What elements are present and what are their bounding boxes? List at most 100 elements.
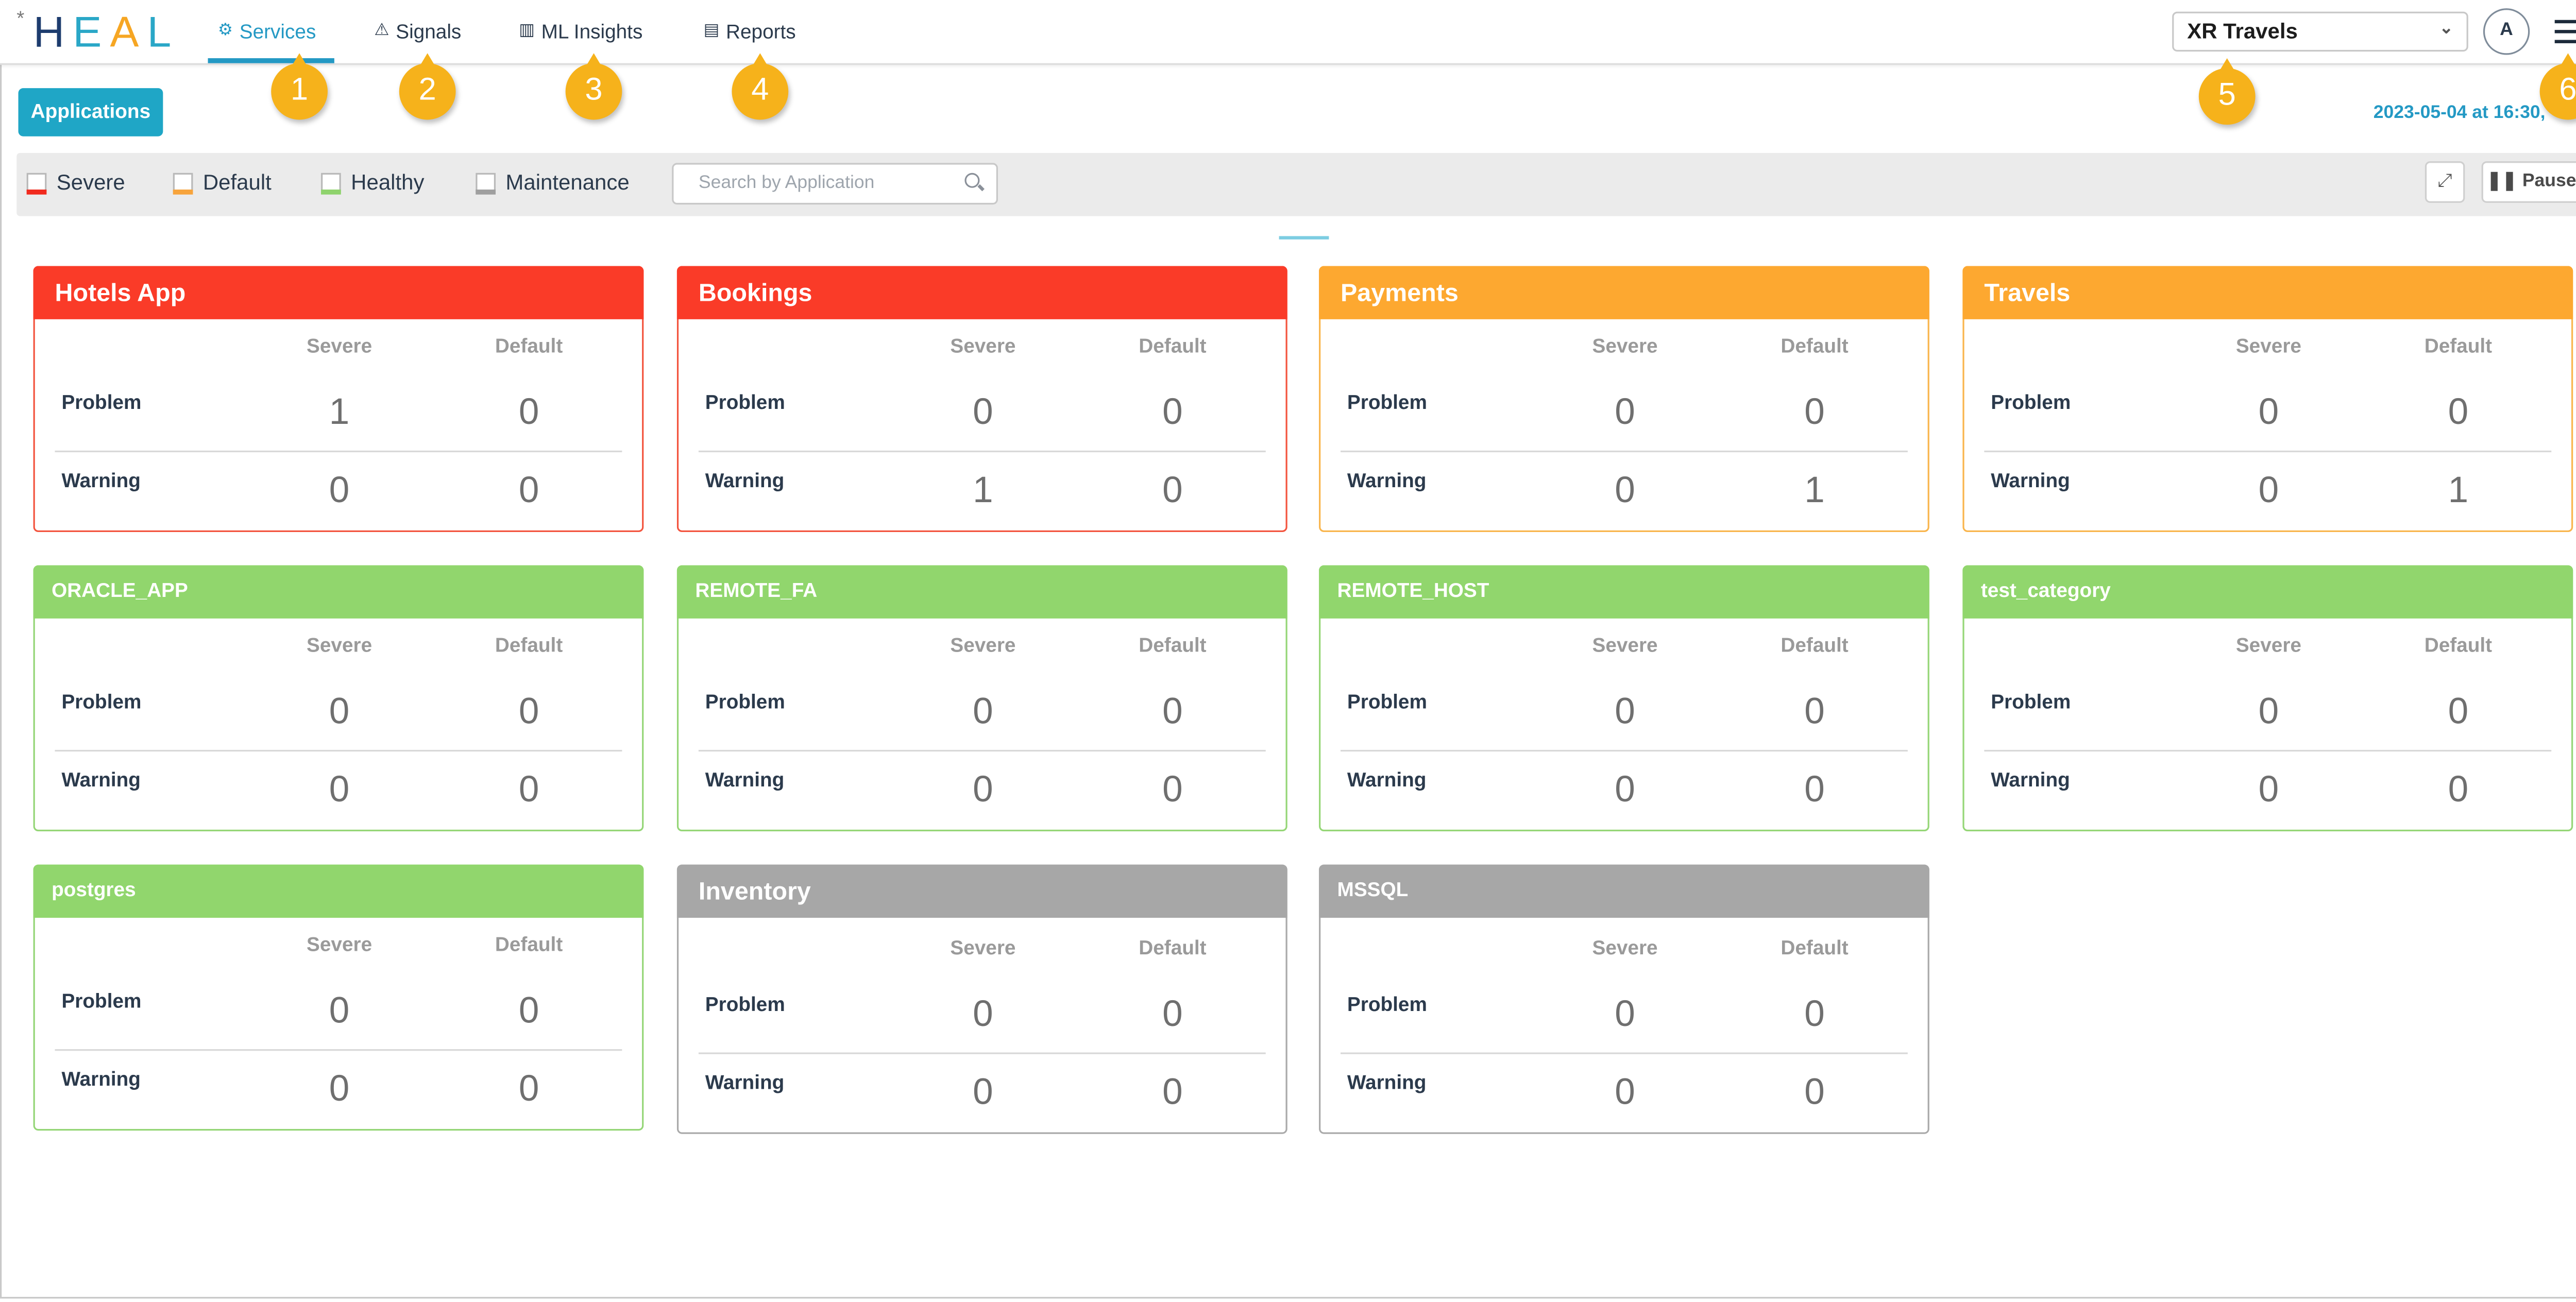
applications-button[interactable]: Applications [18, 88, 163, 136]
card-title[interactable]: MSSQL [1319, 864, 1929, 918]
application-card[interactable]: ORACLE_APP Severe Default Problem 0 0 Warning 0… [33, 565, 644, 832]
expand-button[interactable]: ⤢ [2425, 161, 2465, 203]
filter-bar: Severe Default Healthy Maintenance Searc… [16, 153, 2576, 216]
column-header-severe: Severe [2235, 334, 2301, 358]
warning-default-count: 0 [518, 1067, 539, 1109]
row-label-warning: Warning [705, 1071, 785, 1094]
card-title[interactable]: ORACLE_APP [33, 565, 644, 619]
row-label-warning: Warning [1991, 469, 2070, 492]
bar-chart-icon: ▥ [519, 21, 535, 40]
warning-default-count: 1 [2448, 469, 2469, 511]
card-title[interactable]: Inventory [676, 864, 1287, 918]
problem-severe-count: 0 [329, 989, 350, 1031]
card-title[interactable]: Bookings [676, 266, 1287, 319]
warning-default-count: 0 [1804, 768, 1825, 810]
column-header-default: Default [1781, 633, 1849, 657]
filter-default[interactable]: Default [173, 169, 272, 195]
warning-default-count: 0 [518, 768, 539, 810]
warning-severe-count: 0 [973, 1071, 993, 1112]
warning-severe-count: 0 [329, 1067, 350, 1109]
problem-severe-count: 0 [2258, 690, 2279, 732]
application-card[interactable]: MSSQL Severe Default Problem 0 0 Warning 0 0 [1319, 864, 1929, 1134]
filter-maintenance-label: Maintenance [505, 169, 630, 195]
column-header-severe: Severe [307, 633, 372, 657]
problem-default-count: 0 [1804, 992, 1825, 1035]
warning-severe-count: 1 [973, 469, 993, 511]
application-card[interactable]: postgres Severe Default Problem 0 0 Warning 0 0 [33, 864, 644, 1131]
application-card[interactable]: Hotels App Severe Default Problem 1 0 Warning 0… [33, 266, 644, 533]
card-title[interactable]: postgres [33, 864, 644, 918]
problem-default-count: 0 [1162, 690, 1183, 732]
card-title[interactable]: Travels [1962, 266, 2573, 319]
filter-default-label: Default [202, 169, 272, 195]
row-divider [1984, 450, 2552, 453]
row-divider [698, 749, 1266, 752]
column-header-default: Default [2424, 633, 2493, 657]
card-title[interactable]: REMOTE_FA [676, 565, 1287, 619]
column-header-severe: Severe [1592, 633, 1658, 657]
severe-checkbox[interactable] [26, 172, 47, 194]
row-divider [1341, 1052, 1908, 1054]
logo-text: HEAL [33, 6, 180, 57]
problem-default-count: 0 [1804, 690, 1825, 732]
application-card[interactable]: Inventory Severe Default Problem 0 0 Warning 0 0 [676, 864, 1287, 1134]
application-card[interactable]: Payments Severe Default Problem 0 0 Warning 0 1 [1319, 266, 1929, 533]
card-title[interactable]: Payments [1319, 266, 1929, 319]
search-input[interactable]: Search by Application [672, 163, 998, 205]
warning-severe-count: 0 [1615, 469, 1635, 511]
column-header-default: Default [495, 933, 563, 956]
column-header-severe: Severe [2235, 633, 2301, 657]
application-card[interactable]: test_category Severe Default Problem 0 0 Warni… [1962, 565, 2573, 832]
filter-healthy[interactable]: Healthy [321, 169, 424, 195]
row-label-problem: Problem [705, 390, 785, 414]
healthy-checkbox[interactable] [321, 172, 341, 194]
application-card[interactable]: REMOTE_HOST Severe Default Problem 0 0 Warning… [1319, 565, 1929, 832]
filter-severe[interactable]: Severe [26, 169, 125, 195]
application-card[interactable]: REMOTE_FA Severe Default Problem 0 0 Warning 0 0 [676, 565, 1287, 832]
problem-severe-count: 0 [973, 690, 993, 732]
nav-services[interactable]: ⚙ Services [208, 20, 334, 63]
user-avatar[interactable]: A [2483, 8, 2530, 55]
application-card[interactable]: Travels Severe Default Problem 0 0 Warning 0 1 [1962, 266, 2573, 533]
last-updated-timestamp: 2023-05-04 at 16:30, [2373, 103, 2546, 123]
callout-marker-1: 1 [271, 53, 328, 120]
row-label-warning: Warning [1347, 1071, 1427, 1094]
row-divider [1984, 749, 2552, 752]
warning-severe-count: 0 [1615, 768, 1635, 810]
nav-ml-insights[interactable]: ▥ ML Insights [519, 20, 642, 63]
problem-default-count: 0 [518, 390, 539, 433]
application-card[interactable]: Bookings Severe Default Problem 0 0 Warning 1 0 [676, 266, 1287, 533]
card-title[interactable]: REMOTE_HOST [1319, 565, 1929, 619]
problem-default-count: 0 [2448, 690, 2469, 732]
problem-severe-count: 0 [1615, 390, 1635, 433]
row-label-problem: Problem [1347, 690, 1427, 713]
problem-severe-count: 1 [329, 390, 350, 433]
scroll-indicator [1279, 236, 1329, 239]
warning-default-count: 1 [1804, 469, 1825, 511]
page: * HEAL ⚙ Services ⚠ Signals ▥ ML Insight… [0, 0, 2576, 1302]
card-title[interactable]: Hotels App [33, 266, 644, 319]
problem-severe-count: 0 [329, 690, 350, 732]
callout-marker-2: 2 [399, 53, 456, 120]
warning-severe-count: 0 [2258, 469, 2279, 511]
maintenance-checkbox[interactable] [476, 172, 496, 194]
warning-severe-count: 0 [329, 469, 350, 511]
warning-default-count: 0 [518, 469, 539, 511]
default-checkbox[interactable] [173, 172, 193, 194]
document-icon: ▤ [703, 21, 720, 40]
gears-icon: ⚙ [217, 21, 233, 40]
search-icon [964, 173, 980, 188]
column-header-default: Default [495, 334, 563, 358]
hamburger-menu-icon[interactable] [2554, 20, 2576, 43]
filter-maintenance[interactable]: Maintenance [476, 169, 630, 195]
row-label-problem: Problem [1347, 390, 1427, 414]
problem-severe-count: 0 [1615, 992, 1635, 1035]
warning-severe-count: 0 [329, 768, 350, 810]
warning-severe-count: 0 [973, 768, 993, 810]
row-label-problem: Problem [1991, 690, 2071, 713]
card-title[interactable]: test_category [1962, 565, 2573, 619]
pause-icon: ❚❚ [2486, 171, 2517, 192]
pause-button[interactable]: ❚❚ Pause [2481, 161, 2576, 203]
account-select[interactable]: XR Travels ⌄ [2172, 11, 2468, 52]
row-label-problem: Problem [705, 992, 785, 1016]
